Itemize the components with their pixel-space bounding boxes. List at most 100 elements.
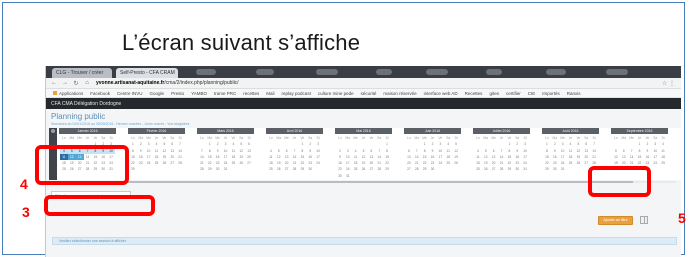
bookmark-item[interactable]: Presto bbox=[171, 91, 184, 96]
bookmark-item[interactable]: maison réservée bbox=[383, 91, 416, 96]
bookmark-item[interactable]: gites bbox=[489, 91, 499, 96]
tab-label: CLG - Trouver / créer bbox=[56, 70, 104, 76]
bookmark-item[interactable]: YAMBO bbox=[191, 91, 207, 96]
bookmark-item[interactable]: Google bbox=[150, 91, 165, 96]
blurred-region bbox=[546, 69, 566, 75]
calendar-day[interactable]: 29 bbox=[383, 166, 391, 172]
calendar-day[interactable]: 27 bbox=[582, 160, 590, 166]
bookmark-label: certifier bbox=[505, 90, 521, 96]
calendar-day[interactable]: 26 bbox=[482, 166, 490, 172]
calendar-day[interactable]: 31 bbox=[559, 166, 567, 172]
bookmark-item[interactable]: sécurité bbox=[361, 91, 377, 96]
calendar-day[interactable]: 24 bbox=[314, 160, 322, 166]
calendar-day[interactable]: 27 bbox=[405, 166, 413, 172]
scrollbar-thumb[interactable] bbox=[63, 181, 633, 183]
bookmark-item[interactable]: Recettes bbox=[465, 91, 483, 96]
calendar-day[interactable]: 30 bbox=[513, 166, 521, 172]
month-day-grid: Lu Ma Me Je Ve Sa Di 1 2 3 4 5 6 7 8 9 10 11 12 13 14 15 16 17 1… bbox=[128, 134, 185, 174]
calendar-day[interactable]: 25 bbox=[567, 160, 575, 166]
bookmark-item[interactable]: recettes bbox=[243, 91, 259, 96]
bookmark-label: Ranxis bbox=[566, 90, 581, 96]
calendar-day[interactable]: 27 bbox=[283, 166, 291, 172]
tab-label: Self-Presto - CFA CRAM bbox=[120, 70, 175, 76]
calendar-day[interactable]: 26 bbox=[452, 160, 460, 166]
calendar-day[interactable]: 25 bbox=[267, 166, 275, 172]
marker-4: 4 bbox=[20, 176, 28, 192]
bookmark-item[interactable]: Mail bbox=[266, 91, 274, 96]
calendar-day[interactable]: 28 bbox=[291, 166, 299, 172]
bookmark-item[interactable]: CIE bbox=[528, 91, 536, 96]
calendar-day[interactable]: 24 bbox=[436, 160, 444, 166]
calendar-day[interactable]: 25 bbox=[474, 166, 482, 172]
calendar-day[interactable]: 31 bbox=[521, 166, 529, 172]
bookmark-item[interactable]: Applications bbox=[53, 91, 83, 96]
calendar-day[interactable]: 27 bbox=[245, 160, 253, 166]
calendar-day[interactable]: 29 bbox=[421, 166, 429, 172]
calendar-day[interactable]: 28 bbox=[498, 166, 506, 172]
bookmark-label: replay podcast bbox=[281, 90, 311, 96]
calendar-day[interactable]: 28 bbox=[375, 166, 383, 172]
bookmark-item[interactable]: Ranxis bbox=[567, 91, 581, 96]
blurred-region bbox=[376, 69, 392, 75]
calendar-day[interactable]: 27 bbox=[367, 166, 375, 172]
month-calendar: Mai 2016 Lu Ma Me Je Ve Sa Di 1 2 3 4 5 6 7 8 9 10 11 12 13 1… bbox=[335, 128, 392, 180]
calendar-day[interactable]: 30 bbox=[551, 166, 559, 172]
bookmark-item[interactable]: certifier bbox=[506, 91, 521, 96]
calendar-day[interactable]: 24 bbox=[145, 160, 153, 166]
calendar-day[interactable]: 29 bbox=[298, 166, 306, 172]
calendar-day[interactable]: 25 bbox=[659, 160, 667, 166]
calendar-day[interactable]: 25 bbox=[352, 166, 360, 172]
calendar-day[interactable]: 30 bbox=[214, 166, 222, 172]
calendar-day[interactable]: 27 bbox=[168, 160, 176, 166]
bookmark-item[interactable]: replay podcast bbox=[282, 91, 311, 96]
calendar-day[interactable]: 25 bbox=[229, 160, 237, 166]
home-icon[interactable]: ⌂ bbox=[84, 80, 90, 86]
browser-tabbar: CLG - Trouver / créer Self-Presto - CFA … bbox=[46, 66, 681, 78]
calendar-day[interactable]: 28 bbox=[413, 166, 421, 172]
calendar-day[interactable]: 26 bbox=[574, 160, 582, 166]
bookmark-item[interactable]: Importés bbox=[542, 91, 560, 96]
calendar-day[interactable]: 25 bbox=[153, 160, 161, 166]
calendar-day[interactable]: 24 bbox=[651, 160, 659, 166]
calendar-day[interactable]: 26 bbox=[160, 160, 168, 166]
calendar-day[interactable]: 28 bbox=[198, 166, 206, 172]
bookmark-item[interactable]: culture mine pede bbox=[318, 91, 354, 96]
horizontal-scrollbar[interactable] bbox=[49, 181, 676, 183]
calendar-day[interactable]: 30 bbox=[336, 173, 344, 179]
browser-tab-1[interactable]: CLG - Trouver / créer bbox=[52, 68, 112, 78]
calendar-day[interactable]: 28 bbox=[176, 160, 184, 166]
calendar-day[interactable]: 26 bbox=[275, 166, 283, 172]
star-icon[interactable]: ☆ ⋮ bbox=[662, 80, 675, 87]
calendar-day[interactable]: 31 bbox=[344, 173, 352, 179]
back-icon[interactable]: ← bbox=[51, 80, 57, 86]
calendar-day[interactable]: 29 bbox=[129, 166, 137, 172]
add-filter-button[interactable]: Ajouter au filtre bbox=[598, 216, 633, 225]
calendar-day[interactable]: 30 bbox=[429, 166, 437, 172]
calendar-day[interactable]: 29 bbox=[505, 166, 513, 172]
month-calendar: Avril 2016 Lu Ma Me Je Ve Sa Di 1 2 3 4 5 6 7 8 9 10 11 12 1… bbox=[266, 128, 323, 180]
address-bar-row: ← → ↻ ⌂ yvonne.artisanat-aquitaine.fr/cm… bbox=[46, 78, 681, 89]
callout-box-5 bbox=[588, 166, 651, 197]
grid-view-icon[interactable] bbox=[640, 216, 648, 224]
page-subtitle: Semaines du 04/01/2016 au 25/09/2016 - H… bbox=[51, 122, 190, 126]
calendar-strip: Janvier 2016 Lu Ma Me Je Ve Sa Di 1 2 3 4 5 6 7 8 9 10 11 1… bbox=[49, 128, 681, 180]
settings-icon[interactable] bbox=[51, 129, 55, 133]
bookmark-item[interactable]: Centre INVU bbox=[117, 91, 143, 96]
blurred-region bbox=[486, 69, 502, 75]
calendar-day[interactable]: 29 bbox=[543, 166, 551, 172]
bookmark-item[interactable]: trame PRC bbox=[214, 91, 236, 96]
calendar-day[interactable]: 26 bbox=[360, 166, 368, 172]
url-input[interactable]: yvonne.artisanat-aquitaine.fr/cma/2/inde… bbox=[96, 80, 296, 86]
calendar-day[interactable]: 25 bbox=[444, 160, 452, 166]
calendar-day[interactable]: 29 bbox=[206, 166, 214, 172]
bookmark-item[interactable]: Facebook bbox=[90, 91, 110, 96]
browser-tab-2[interactable]: Self-Presto - CFA CRAM× bbox=[116, 68, 178, 78]
calendar-day[interactable]: 27 bbox=[490, 166, 498, 172]
calendar-day[interactable]: 26 bbox=[237, 160, 245, 166]
calendar-day[interactable]: 30 bbox=[306, 166, 314, 172]
forward-icon[interactable]: → bbox=[62, 80, 68, 86]
calendar-day[interactable]: 23 bbox=[137, 160, 145, 166]
calendar-day[interactable]: 31 bbox=[222, 166, 230, 172]
reload-icon[interactable]: ↻ bbox=[73, 80, 79, 87]
bookmark-item[interactable]: interface web AD bbox=[424, 91, 458, 96]
